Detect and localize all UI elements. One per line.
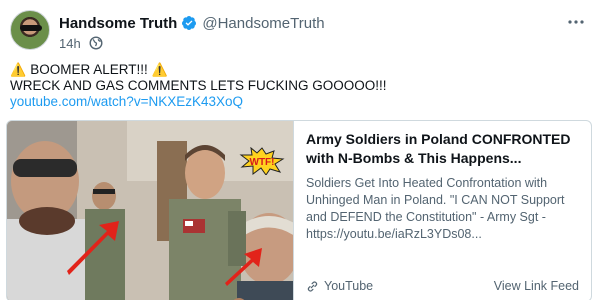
post-line-1-text: BOOMER ALERT!!!	[30, 62, 148, 77]
post: Handsome Truth @HandsomeTruth 14h ⚠️ BOO…	[0, 0, 600, 300]
link-preview-card[interactable]: WTF! Army Soldiers in Poland CONFRONTED …	[6, 120, 592, 300]
warning-icon: ⚠️	[10, 62, 27, 77]
post-line-2: WRECK AND GAS COMMENTS LETS FUCKING GOOO…	[10, 78, 590, 94]
post-meta: 14h	[59, 35, 103, 51]
more-dots-icon	[568, 20, 584, 24]
post-header: Handsome Truth @HandsomeTruth	[59, 13, 325, 33]
handle[interactable]: @HandsomeTruth	[202, 15, 324, 32]
card-body[interactable]: Army Soldiers in Poland CONFRONTED with …	[294, 121, 591, 300]
card-description: Soldiers Get Into Heated Confrontation w…	[306, 176, 565, 241]
verified-badge-icon	[181, 15, 197, 31]
more-options-button[interactable]	[564, 12, 588, 32]
post-line-2-text: WRECK AND GAS COMMENTS LETS FUCKING GOOO…	[10, 78, 387, 93]
post-line-1: ⚠️ BOOMER ALERT!!! ⚠️	[10, 62, 590, 78]
timestamp[interactable]: 14h	[59, 36, 81, 51]
display-name[interactable]: Handsome Truth	[59, 15, 177, 32]
post-link[interactable]: youtube.com/watch?v=NKXEzK43XoQ	[10, 94, 243, 110]
globe-icon	[89, 36, 103, 50]
card-source-label: YouTube	[324, 279, 374, 293]
card-footer: YouTube View Link Feed	[306, 279, 579, 293]
card-thumbnail[interactable]: WTF!	[7, 121, 294, 300]
card-source[interactable]: YouTube	[306, 279, 373, 293]
warning-icon: ⚠️	[151, 62, 168, 77]
post-line-3: youtube.com/watch?v=NKXEzK43XoQ	[10, 94, 590, 110]
wtf-badge: WTF!	[239, 147, 285, 175]
wtf-badge-text: WTF!	[250, 157, 275, 168]
card-title[interactable]: Army Soldiers in Poland CONFRONTED with …	[306, 130, 581, 168]
link-icon	[306, 280, 319, 293]
avatar[interactable]	[10, 10, 50, 50]
post-text: ⚠️ BOOMER ALERT!!! ⚠️ WRECK AND GAS COMM…	[10, 62, 590, 110]
view-link-feed-button[interactable]: View Link Feed	[494, 279, 579, 293]
